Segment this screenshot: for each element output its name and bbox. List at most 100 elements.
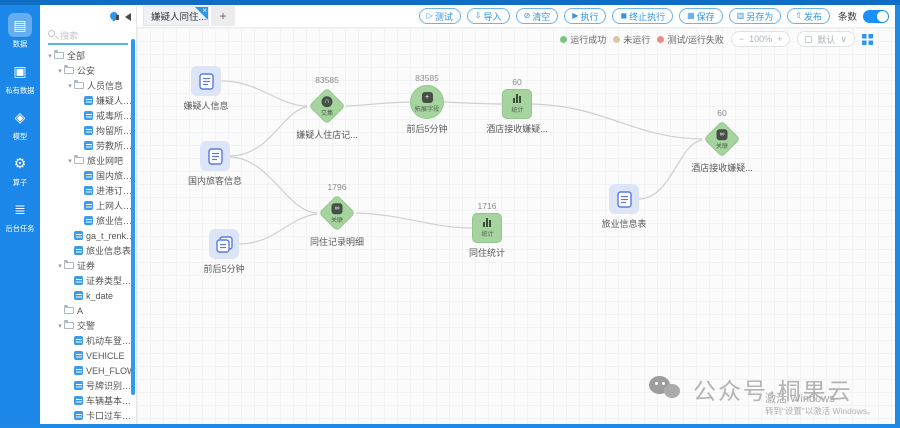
import-icon-button[interactable]: ⇩ 导入 — [467, 8, 510, 24]
tree-item[interactable]: ▾ 公安 — [40, 63, 136, 78]
clear-icon-button[interactable]: ⊘ 清空 — [516, 8, 559, 24]
private-data-icon: ▣ — [8, 59, 32, 83]
sidebar-item-3[interactable]: ⚙ 算子 — [0, 151, 40, 188]
tree-item[interactable]: 旅业信息表 — [40, 213, 136, 228]
save-as-icon-button[interactable]: ▥ 另存为 — [729, 8, 782, 24]
document-icon — [200, 141, 230, 171]
tree-item[interactable]: 旅业信息表 — [40, 243, 136, 258]
tree-item[interactable]: 卡口过车记录表 — [40, 408, 136, 423]
tree-item[interactable]: ▾ 证券 — [40, 258, 136, 273]
node-assoc-colive-op[interactable]: 1796 ∞ 关联 同住记录明细 — [318, 194, 356, 232]
table-icon — [74, 366, 83, 375]
tree-item[interactable]: VEH_FLOW — [40, 363, 136, 378]
layout-icon — [805, 36, 812, 43]
zoom-in-button[interactable]: + — [777, 34, 782, 44]
add-tab-button[interactable]: + — [211, 6, 235, 26]
save-icon: ▦ — [687, 12, 695, 20]
tab-label: 嫌疑人同住... — [151, 9, 206, 23]
run-icon: ▶ — [572, 12, 578, 20]
sidebar-item-2[interactable]: ◈ 模型 — [0, 105, 40, 142]
tree-item[interactable]: 机动车登记表 — [40, 333, 136, 348]
sidebar-item-4[interactable]: ≣ 后台任务 — [0, 197, 40, 234]
top-bar: 嫌疑人同住... × + ▷ 测试 ⇩ 导入 ⊘ 清空 — [137, 5, 895, 28]
canvas-horizontal-scrollbar[interactable] — [0, 424, 900, 428]
tree-item[interactable]: 车辆基本信息表 — [40, 393, 136, 408]
node-hotel-info-table[interactable]: 旅业信息表 — [609, 184, 639, 214]
table-icon — [84, 186, 93, 195]
row-count-toggle[interactable] — [863, 10, 889, 23]
node-domestic-guest-info[interactable]: 国内旅客信息 — [200, 141, 230, 171]
status-bar: 运行成功 未运行 测试/运行失败 − 100% + 默认 ∨ — [560, 31, 873, 47]
tree-item[interactable]: 劳教所人员 — [40, 138, 136, 153]
tree-item[interactable]: 戒毒所人员 — [40, 108, 136, 123]
save-as-icon: ▥ — [737, 12, 745, 20]
table-icon — [84, 126, 93, 135]
node-suspect-info[interactable]: 嫌疑人信息 — [191, 66, 221, 96]
edges-layer — [137, 28, 895, 424]
caret-down-icon: ▾ — [46, 52, 54, 60]
table-icon — [84, 141, 93, 150]
fullscreen-icon[interactable] — [862, 34, 873, 45]
sidebar-item-0[interactable]: ▤ 数据 — [0, 13, 40, 50]
edge — [356, 213, 472, 228]
layout-mode-select[interactable]: 默认 ∨ — [797, 31, 855, 47]
documents-stack-icon — [209, 229, 239, 259]
table-icon — [84, 111, 93, 120]
save-icon-button[interactable]: ▦ 保存 — [679, 8, 723, 24]
table-icon — [74, 276, 83, 285]
tree-item[interactable]: ga_t_renkouxinx — [40, 228, 136, 243]
node-before-after-5min-source[interactable]: 前后5分钟 — [209, 229, 239, 259]
toolbar: ▷ 测试 ⇩ 导入 ⊘ 清空 ▶ 执行 — [419, 8, 895, 24]
search-placeholder: 搜索 — [60, 29, 78, 42]
node-intersect-op[interactable]: 83585 ∩ 交集 嫌疑人住店记... — [308, 87, 346, 125]
tree-item[interactable]: ▾ 人员信息 — [40, 78, 136, 93]
zoom-level: 100% — [749, 34, 772, 44]
tree-item[interactable]: A — [40, 303, 136, 318]
edge — [346, 102, 410, 106]
close-icon[interactable]: × — [202, 6, 207, 15]
plus-icon: + — [422, 92, 433, 103]
zoom-out-button[interactable]: − — [739, 34, 744, 44]
table-icon — [84, 201, 93, 210]
tree-item[interactable]: k_date — [40, 288, 136, 303]
intersect-icon: ∩ — [322, 96, 333, 107]
test-icon-button[interactable]: ▷ 测试 — [419, 8, 461, 24]
tab-suspect-colive[interactable]: 嫌疑人同住... × — [143, 6, 209, 26]
folder-icon — [64, 307, 74, 314]
flow-canvas[interactable]: 嫌疑人信息 国内旅客信息 前后5分钟 旅业信息表 83585 ∩ 交集 — [137, 28, 895, 424]
publish-icon-button[interactable]: ⇧ 发布 — [787, 8, 830, 24]
document-icon — [191, 66, 221, 96]
sidebar-item-1[interactable]: ▣ 私有数据 — [0, 59, 40, 96]
tree-item[interactable]: 号牌识别信息表 — [40, 378, 136, 393]
tree-item[interactable]: 上网人员上网记录 — [40, 198, 136, 213]
tree-item[interactable]: ▾ 全部 — [40, 48, 136, 63]
chevron-down-icon: ∨ — [840, 34, 847, 45]
node-expand-field-op[interactable]: 83585 + 拓展字段 前后5分钟 — [410, 85, 444, 119]
edge — [230, 157, 317, 213]
tree-scrollbar[interactable] — [131, 39, 135, 395]
node-stat-colive-op[interactable]: 1716 统计 同住统计 — [472, 213, 502, 243]
search-icon — [48, 30, 55, 37]
tree-item[interactable]: 嫌疑人信息 — [40, 93, 136, 108]
tree-item[interactable]: 国内旅客信息 — [40, 168, 136, 183]
wechat-icon — [649, 374, 685, 404]
run-icon-button[interactable]: ▶ 执行 — [564, 8, 606, 24]
tree-item[interactable]: 拘留所人员 — [40, 123, 136, 138]
table-icon — [74, 336, 83, 345]
speaker-icon[interactable] — [125, 13, 131, 21]
legend-run-success: 运行成功 — [560, 33, 606, 46]
tree-item[interactable]: 进港订座信息 — [40, 183, 136, 198]
tree-item[interactable]: ▾ 旅业网吧 — [40, 153, 136, 168]
tree-item[interactable]: VEHICLE — [40, 348, 136, 363]
table-icon — [84, 216, 93, 225]
tree-item[interactable]: 证券类型字典 — [40, 273, 136, 288]
tree-search[interactable]: 搜索 — [48, 27, 128, 45]
app-window: ▤ 数据 ▣ 私有数据 ◈ 模型 ⚙ 算子 ≣ 后台任务 — [0, 0, 900, 428]
canvas-vertical-scrollbar[interactable] — [895, 5, 900, 424]
table-icon — [74, 381, 83, 390]
node-assoc-hotel-op[interactable]: 60 ∞ 关联 酒店接收嫌疑... — [703, 120, 741, 158]
caret-down-icon: ▾ — [56, 262, 64, 270]
tree-item[interactable]: ▾ 交警 — [40, 318, 136, 333]
stop-icon-button[interactable]: ◼ 终止执行 — [612, 8, 673, 24]
node-stat-hotel-op[interactable]: 60 统计 酒店接收嫌疑... — [502, 89, 532, 119]
